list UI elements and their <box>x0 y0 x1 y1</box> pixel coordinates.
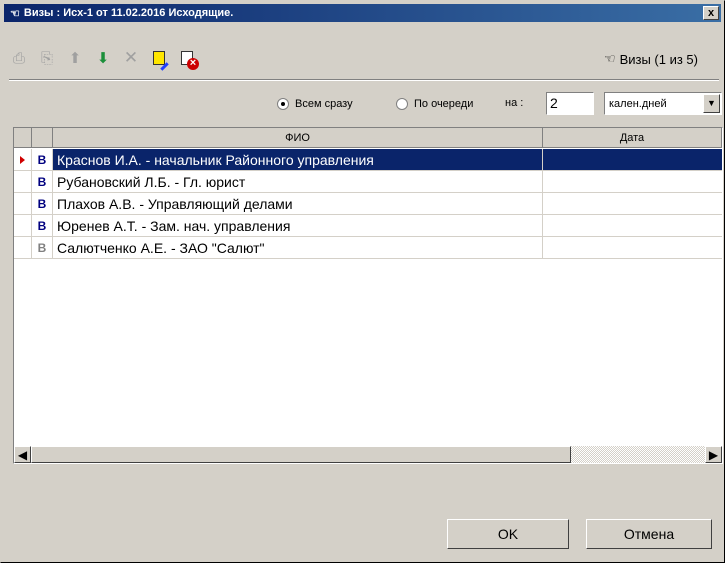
days-unit-select[interactable]: кален.дней ▼ <box>604 92 722 115</box>
delete-cross-icon[interactable]: ✕ <box>121 48 141 68</box>
visa-flag: В <box>32 149 53 170</box>
visa-date[interactable] <box>543 237 722 258</box>
visa-dialog: ☜ Визы : Исх-1 от 11.02.2016 Исходящие. … <box>0 0 725 563</box>
visa-flag: В <box>32 193 53 214</box>
horizontal-scrollbar[interactable]: ◀ ▶ <box>14 446 722 463</box>
person-name[interactable]: Салютченко А.Е. - ЗАО "Салют" <box>53 237 543 258</box>
header-flag <box>32 128 53 147</box>
table-row[interactable]: В Рубановский Л.Б. - Гл. юрист <box>14 171 722 193</box>
visa-grid: ФИО Дата В Краснов И.А. - начальник Райо… <box>13 127 723 464</box>
visa-status-text: Визы (1 из 5) <box>619 51 698 67</box>
scroll-thumb[interactable] <box>31 446 571 463</box>
edit-doc-icon[interactable] <box>149 48 169 68</box>
days-label: на : <box>505 97 524 109</box>
title-bar[interactable]: ☜ Визы : Исх-1 от 11.02.2016 Исходящие. … <box>4 4 721 22</box>
visa-flag: В <box>32 215 53 236</box>
arrow-up-icon[interactable]: ⬆ <box>65 48 85 68</box>
add-doc-icon[interactable]: ⎙ <box>9 48 29 68</box>
hand-icon: ☜ <box>603 51 616 66</box>
header-date[interactable]: Дата <box>543 128 722 147</box>
person-name[interactable]: Юренев А.Т. - Зам. нач. управления <box>53 215 543 236</box>
chevron-down-icon[interactable]: ▼ <box>703 94 720 113</box>
window-title: Визы : Исх-1 от 11.02.2016 Исходящие. <box>23 7 234 19</box>
remove-doc-icon[interactable] <box>177 48 199 70</box>
radio-in-turn[interactable]: По очереди <box>396 93 473 115</box>
table-row[interactable]: В Салютченко А.Е. - ЗАО "Салют" <box>14 237 722 259</box>
visa-date[interactable] <box>543 193 722 214</box>
days-input[interactable]: 2 <box>546 92 594 115</box>
table-row[interactable]: В Краснов И.А. - начальник Районного упр… <box>14 149 722 171</box>
radio-label: По очереди <box>414 98 474 110</box>
hand-icon: ☜ <box>10 7 20 20</box>
divider <box>9 79 719 81</box>
row-marker <box>14 237 32 258</box>
row-marker <box>14 149 32 170</box>
visa-date[interactable] <box>543 171 722 192</box>
row-marker <box>14 171 32 192</box>
radio-label: Всем сразу <box>295 98 353 110</box>
radio-dot[interactable] <box>396 98 408 110</box>
visa-flag: В <box>32 171 53 192</box>
radio-dot-selected[interactable] <box>277 98 289 110</box>
row-marker <box>14 193 32 214</box>
radio-all-at-once[interactable]: Всем сразу <box>277 93 353 115</box>
arrow-down-icon[interactable]: ⬇ <box>93 48 113 68</box>
grid-header: ФИО Дата <box>14 128 722 148</box>
close-button[interactable]: x <box>703 6 719 20</box>
row-marker <box>14 215 32 236</box>
visa-flag: В <box>32 237 53 258</box>
ok-button[interactable]: OK <box>447 519 569 549</box>
toolbar: ⎙ ⎘ ⬆ ⬇ ✕ <box>9 45 309 71</box>
scroll-left-icon[interactable]: ◀ <box>14 446 31 463</box>
header-fio[interactable]: ФИО <box>53 128 543 147</box>
scroll-right-icon[interactable]: ▶ <box>705 446 722 463</box>
person-name[interactable]: Рубановский Л.Б. - Гл. юрист <box>53 171 543 192</box>
visa-date[interactable] <box>543 215 722 236</box>
visa-status[interactable]: ☜ Визы (1 из 5) <box>604 51 698 67</box>
person-name[interactable]: Плахов А.В. - Управляющий делами <box>53 193 543 214</box>
table-row[interactable]: В Плахов А.В. - Управляющий делами <box>14 193 722 215</box>
table-row[interactable]: В Юренев А.Т. - Зам. нач. управления <box>14 215 722 237</box>
visa-date[interactable] <box>543 149 722 170</box>
current-row-arrow-icon <box>20 155 25 164</box>
add-many-icon[interactable]: ⎘ <box>37 48 57 68</box>
person-name[interactable]: Краснов И.А. - начальник Районного управ… <box>53 149 543 170</box>
header-marker <box>14 128 32 147</box>
cancel-button[interactable]: Отмена <box>586 519 712 549</box>
days-unit-value: кален.дней <box>609 97 667 110</box>
